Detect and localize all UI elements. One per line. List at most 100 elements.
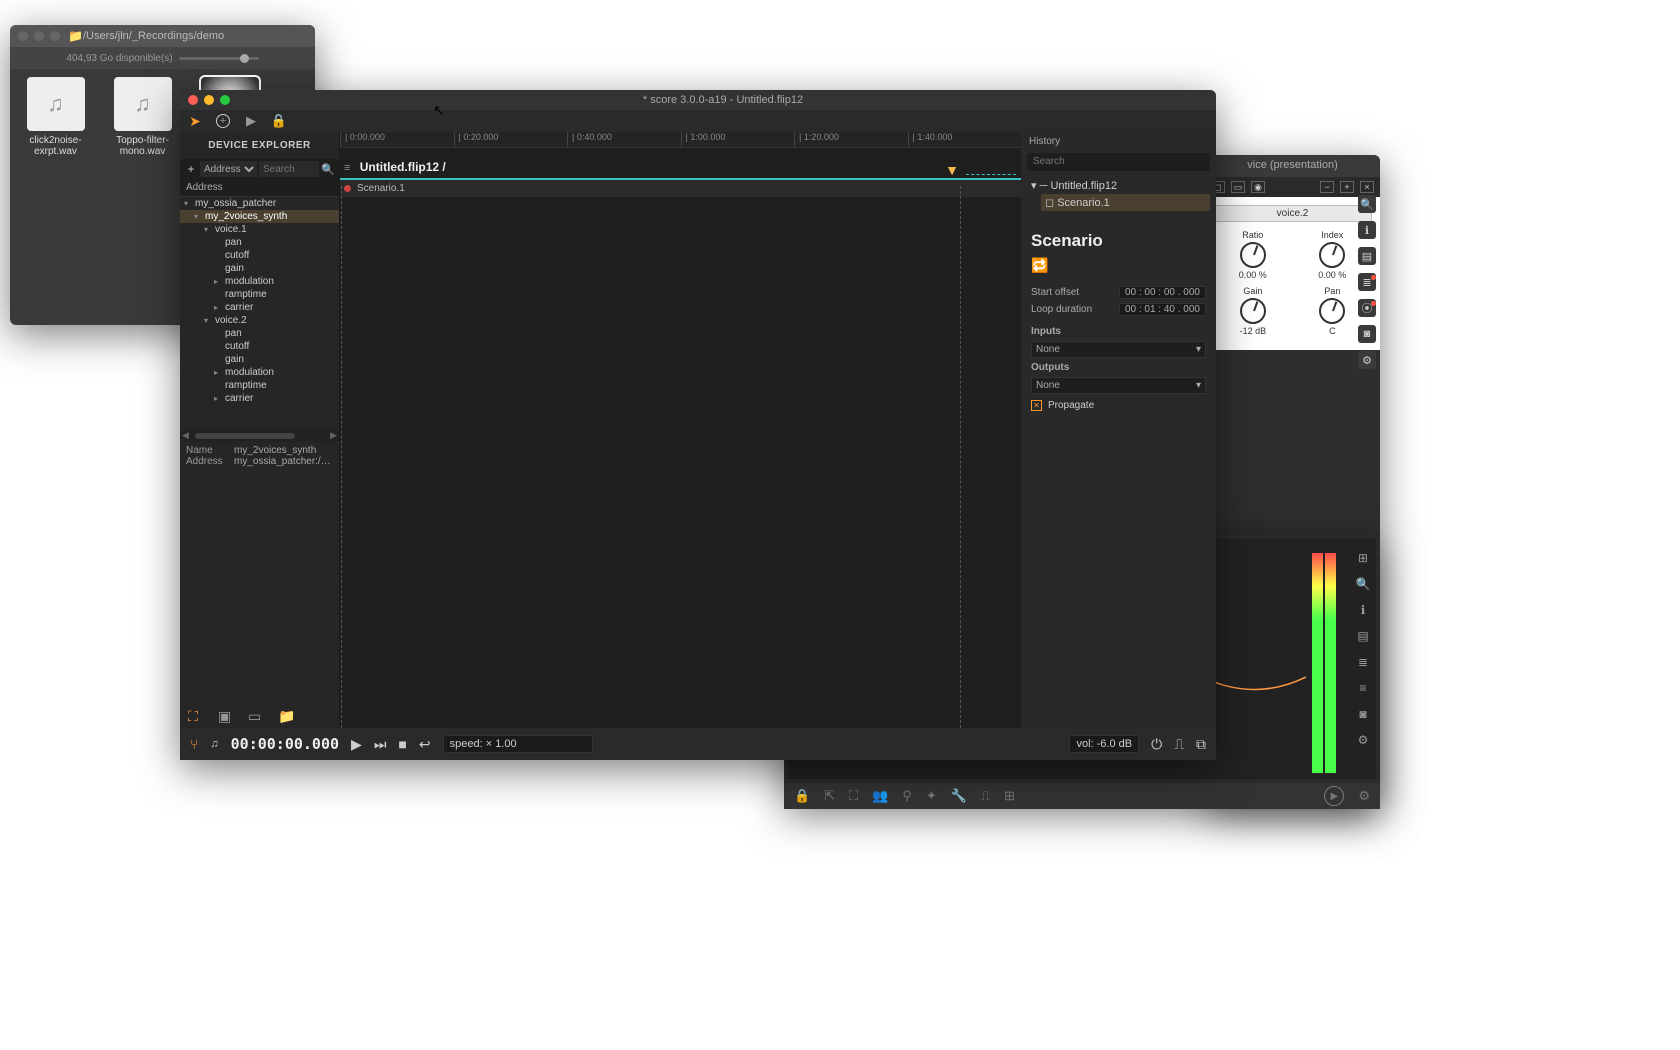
filter-mode-select[interactable]: Address bbox=[200, 161, 257, 177]
propagate-checkbox[interactable]: ✕Propagate bbox=[1021, 396, 1216, 415]
add-tool-icon[interactable]: + bbox=[216, 114, 230, 128]
plus-icon[interactable]: + bbox=[1340, 181, 1354, 193]
stop-button[interactable]: ■ bbox=[398, 736, 406, 752]
close-icon[interactable] bbox=[188, 95, 198, 105]
music-icon[interactable]: ♫ bbox=[210, 738, 218, 750]
info-icon[interactable]: ℹ bbox=[1358, 221, 1376, 239]
tree-node[interactable]: ▾voice.1 bbox=[180, 223, 339, 236]
finder-titlebar[interactable]: 📁 /Users/jln/_Recordings/demo bbox=[10, 25, 315, 47]
tree-node[interactable]: ▾my_ossia_patcher bbox=[180, 197, 339, 210]
tree-node[interactable]: ▾my_2voices_synth bbox=[180, 210, 339, 223]
info-icon[interactable]: ℹ bbox=[1354, 601, 1372, 619]
minimize-icon[interactable] bbox=[204, 95, 214, 105]
grid-icon[interactable]: ⊞ bbox=[1004, 788, 1015, 804]
camera-icon[interactable]: ◙ bbox=[1358, 325, 1376, 343]
minus-icon[interactable]: − bbox=[1320, 181, 1334, 193]
time-ruler[interactable]: | 0:00.000| 0:20.000| 0:40.000| 1:00.000… bbox=[340, 132, 1021, 148]
start-offset-field[interactable]: 00 : 00 : 00 . 000 bbox=[1119, 286, 1206, 299]
loop-toggle[interactable]: 🔁 bbox=[1021, 257, 1216, 284]
settings-icon[interactable]: ⚙ bbox=[1354, 731, 1372, 749]
fullscreen-icon[interactable]: ⛶ bbox=[849, 788, 858, 804]
wrench-icon[interactable]: 🔧 bbox=[951, 788, 967, 804]
folder-icon[interactable]: 📁 bbox=[278, 708, 296, 722]
outputs-select[interactable]: None▾ bbox=[1031, 377, 1206, 394]
play-button[interactable]: ▶ bbox=[1324, 786, 1344, 806]
rewind-button[interactable]: ↩ bbox=[419, 736, 431, 753]
network-icon[interactable]: ⛶ bbox=[188, 708, 206, 722]
play-all-button[interactable]: ⏭ bbox=[374, 736, 387, 753]
speed-field[interactable]: speed: × 1.00 bbox=[443, 735, 593, 753]
wand-icon[interactable]: ✦ bbox=[926, 788, 937, 804]
history-search-input[interactable] bbox=[1027, 153, 1210, 171]
tree-node[interactable]: ramptime bbox=[180, 288, 339, 301]
search-icon[interactable]: 🔍 bbox=[1358, 195, 1376, 213]
maximize-icon[interactable] bbox=[50, 31, 60, 41]
end-flag-icon[interactable]: ▼ bbox=[945, 162, 959, 178]
tree-node[interactable]: ▾voice.2 bbox=[180, 314, 339, 327]
loop-duration-field[interactable]: 00 : 01 : 40 . 000 bbox=[1119, 303, 1206, 316]
power-icon[interactable]: ⏻ bbox=[1151, 736, 1162, 753]
tree-node[interactable]: ▸modulation bbox=[180, 366, 339, 379]
history-item[interactable]: ◻ Scenario.1 bbox=[1041, 194, 1210, 211]
image-icon[interactable]: ▣ bbox=[218, 708, 236, 722]
explorer-search-input[interactable] bbox=[259, 161, 319, 177]
people-icon[interactable]: 👥 bbox=[872, 788, 888, 804]
minimize-icon[interactable] bbox=[34, 31, 44, 41]
tree-node[interactable]: ▸carrier bbox=[180, 301, 339, 314]
display-icon[interactable]: ▭ bbox=[248, 708, 266, 722]
score-titlebar[interactable]: * score 3.0.0-a19 - Untitled.flip12 bbox=[180, 90, 1216, 110]
tree-node[interactable]: ramptime bbox=[180, 379, 339, 392]
scenario-canvas[interactable] bbox=[340, 186, 961, 728]
tree-node[interactable]: pan bbox=[180, 236, 339, 249]
mixer-icon[interactable]: ⎍ bbox=[1174, 736, 1184, 753]
list-icon[interactable]: ≣ bbox=[1358, 273, 1376, 291]
menu-icon[interactable]: ≡ bbox=[344, 162, 350, 174]
layers-icon[interactable]: ≡ bbox=[1354, 679, 1372, 697]
voice-tab[interactable]: voice.2 bbox=[1213, 205, 1372, 222]
inputs-select[interactable]: None▾ bbox=[1031, 341, 1206, 358]
lock-tool-icon[interactable]: 🔒 bbox=[272, 114, 286, 128]
play-button[interactable]: ▶ bbox=[351, 736, 362, 753]
volume-field[interactable]: vol: -6.0 dB bbox=[1069, 735, 1139, 753]
tool-icon[interactable]: ◉ bbox=[1251, 181, 1265, 193]
pan-knob[interactable]: Pan C bbox=[1319, 286, 1345, 336]
record-icon[interactable]: ⦿ bbox=[1358, 299, 1376, 317]
index-knob[interactable]: Index 0.00 % bbox=[1318, 230, 1346, 280]
close-icon[interactable]: × bbox=[1360, 181, 1374, 193]
tree-node[interactable]: ▸modulation bbox=[180, 275, 339, 288]
search-icon[interactable]: 🔍 bbox=[321, 163, 335, 176]
close-icon[interactable] bbox=[18, 31, 28, 41]
list-icon[interactable]: ≣ bbox=[1354, 653, 1372, 671]
icon-size-slider[interactable] bbox=[179, 57, 259, 60]
camera-icon[interactable]: ◙ bbox=[1354, 705, 1372, 723]
tree-node[interactable]: pan bbox=[180, 327, 339, 340]
tree-node[interactable]: cutoff bbox=[180, 340, 339, 353]
tree-node[interactable]: cutoff bbox=[180, 249, 339, 262]
file-item[interactable]: ♫ Toppo-filter-mono.wav bbox=[105, 77, 180, 157]
link-icon[interactable]: ⚲ bbox=[902, 788, 912, 804]
play-tool-icon[interactable]: ▶ bbox=[244, 114, 258, 128]
grid-icon[interactable]: ⊞ bbox=[1354, 549, 1372, 567]
maximize-icon[interactable] bbox=[220, 95, 230, 105]
gear-icon[interactable]: ⚙ bbox=[1358, 788, 1370, 804]
panel-icon[interactable]: ▤ bbox=[1358, 247, 1376, 265]
panel-icon[interactable]: ▤ bbox=[1354, 627, 1372, 645]
lock-icon[interactable]: 🔒 bbox=[794, 788, 810, 804]
tool-icon[interactable]: ▭ bbox=[1231, 181, 1245, 193]
tree-node[interactable]: gain bbox=[180, 262, 339, 275]
explorer-scrollbar[interactable]: ◀▶ bbox=[180, 430, 339, 442]
settings-icon[interactable]: ⚙ bbox=[1358, 351, 1376, 369]
piano-icon[interactable]: ⎍ bbox=[981, 788, 990, 804]
ratio-knob[interactable]: Ratio 0.00 % bbox=[1239, 230, 1267, 280]
gain-knob[interactable]: Gain -12 dB bbox=[1240, 286, 1267, 336]
export-icon[interactable]: ⇱ bbox=[824, 788, 835, 804]
terminal-icon[interactable]: ⧉ bbox=[1196, 736, 1206, 753]
add-device-button[interactable]: + bbox=[184, 162, 198, 176]
cursor-tool-icon[interactable]: ➤ bbox=[188, 114, 202, 128]
tree-node[interactable]: gain bbox=[180, 353, 339, 366]
branch-icon[interactable]: ⑂ bbox=[190, 736, 198, 752]
file-item[interactable]: ♫ click2noise-exrpt.wav bbox=[18, 77, 93, 157]
tree-node[interactable]: ▸carrier bbox=[180, 392, 339, 405]
history-item[interactable]: ▾ ─ Untitled.flip12 bbox=[1027, 177, 1210, 194]
search-icon[interactable]: 🔍 bbox=[1354, 575, 1372, 593]
